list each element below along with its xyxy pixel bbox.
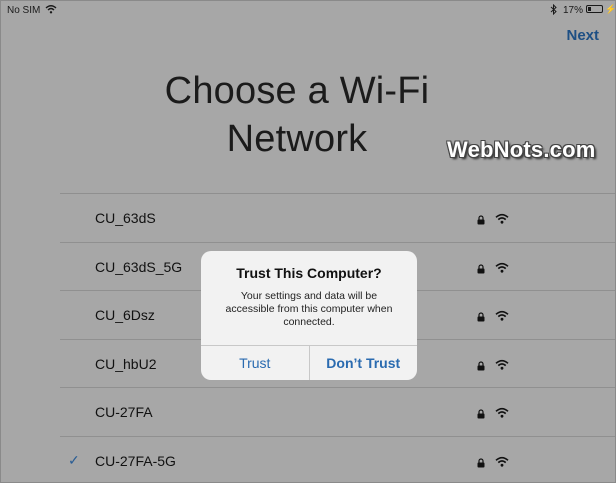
checkmark-icon: ✓ bbox=[68, 451, 80, 468]
network-name: CU_63dS bbox=[95, 210, 156, 226]
next-button[interactable]: Next bbox=[566, 27, 599, 44]
battery-percent: 17% bbox=[563, 5, 584, 16]
bluetooth-icon bbox=[550, 3, 558, 18]
watermark-logo: WebNots.com bbox=[447, 137, 596, 162]
network-name: CU_hbU2 bbox=[95, 355, 157, 372]
wifi-icon bbox=[495, 405, 509, 423]
lock-icon bbox=[477, 309, 485, 322]
alert-message: Your settings and data will be accessibl… bbox=[225, 290, 393, 328]
network-name: CU-27FA-5G bbox=[95, 452, 176, 469]
battery-icon bbox=[586, 5, 603, 13]
lock-icon bbox=[477, 358, 485, 370]
status-bar: No SIM 17% ⚡ bbox=[1, 1, 615, 19]
wifi-icon bbox=[495, 357, 509, 375]
setup-screen: No SIM 17% ⚡ Next Choose a Wi-Fi Network… bbox=[0, 0, 616, 483]
alert-title: Trust This Computer? bbox=[236, 265, 382, 281]
wifi-icon bbox=[495, 454, 509, 472]
network-name: CU_63dS_5G bbox=[95, 258, 183, 275]
battery-level-fill bbox=[588, 7, 591, 11]
wifi-status-icon bbox=[45, 4, 57, 17]
carrier-label: No SIM bbox=[7, 5, 41, 16]
trust-button[interactable]: Trust bbox=[201, 346, 309, 380]
lock-icon bbox=[477, 406, 485, 419]
wifi-icon bbox=[495, 211, 509, 229]
wifi-icon bbox=[495, 260, 509, 278]
network-row[interactable]: CU_63dS bbox=[60, 194, 615, 243]
trust-alert-dialog: Trust This Computer? Your settings and d… bbox=[201, 251, 417, 380]
network-row[interactable]: ✓ CU-27FA-5G bbox=[60, 437, 615, 483]
page-title-line1: Choose a Wi-Fi bbox=[164, 70, 430, 112]
lock-icon bbox=[477, 455, 485, 467]
network-name: CU_6Dsz bbox=[95, 307, 155, 323]
alert-buttons: Trust Don’t Trust bbox=[201, 345, 417, 380]
wifi-icon bbox=[495, 308, 509, 326]
lock-icon bbox=[477, 212, 485, 225]
lock-icon bbox=[477, 261, 485, 273]
network-name: CU-27FA bbox=[95, 404, 153, 420]
dont-trust-button[interactable]: Don’t Trust bbox=[308, 346, 418, 380]
charging-bolt-icon: ⚡ bbox=[605, 4, 616, 14]
network-row[interactable]: CU-27FA bbox=[60, 388, 615, 437]
